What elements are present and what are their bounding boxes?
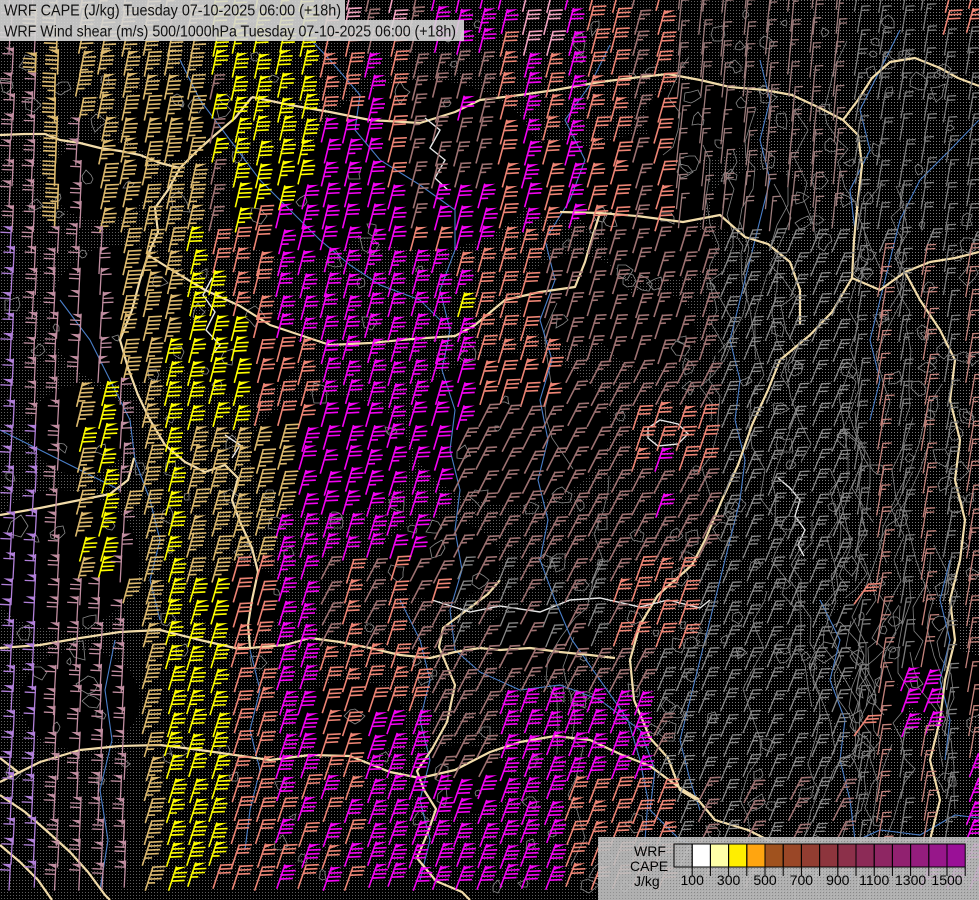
svg-text:700: 700: [790, 872, 814, 888]
svg-text:1500: 1500: [931, 872, 962, 888]
svg-text:500: 500: [753, 872, 777, 888]
svg-text:CAPE: CAPE: [630, 858, 668, 874]
svg-text:1100: 1100: [859, 872, 889, 888]
svg-text:WRF CAPE (J/kg) Tuesday 07-10-: WRF CAPE (J/kg) Tuesday 07-10-2025 06:00…: [4, 3, 341, 20]
svg-text:100: 100: [681, 872, 705, 888]
svg-text:WRF: WRF: [634, 843, 666, 859]
svg-text:1300: 1300: [895, 872, 926, 888]
svg-text:J/kg: J/kg: [634, 873, 660, 889]
svg-text:WRF Wind shear (m/s) 500/1000h: WRF Wind shear (m/s) 500/1000hPa Tuesday…: [4, 24, 456, 41]
svg-text:300: 300: [717, 872, 741, 888]
svg-text:900: 900: [826, 872, 850, 888]
